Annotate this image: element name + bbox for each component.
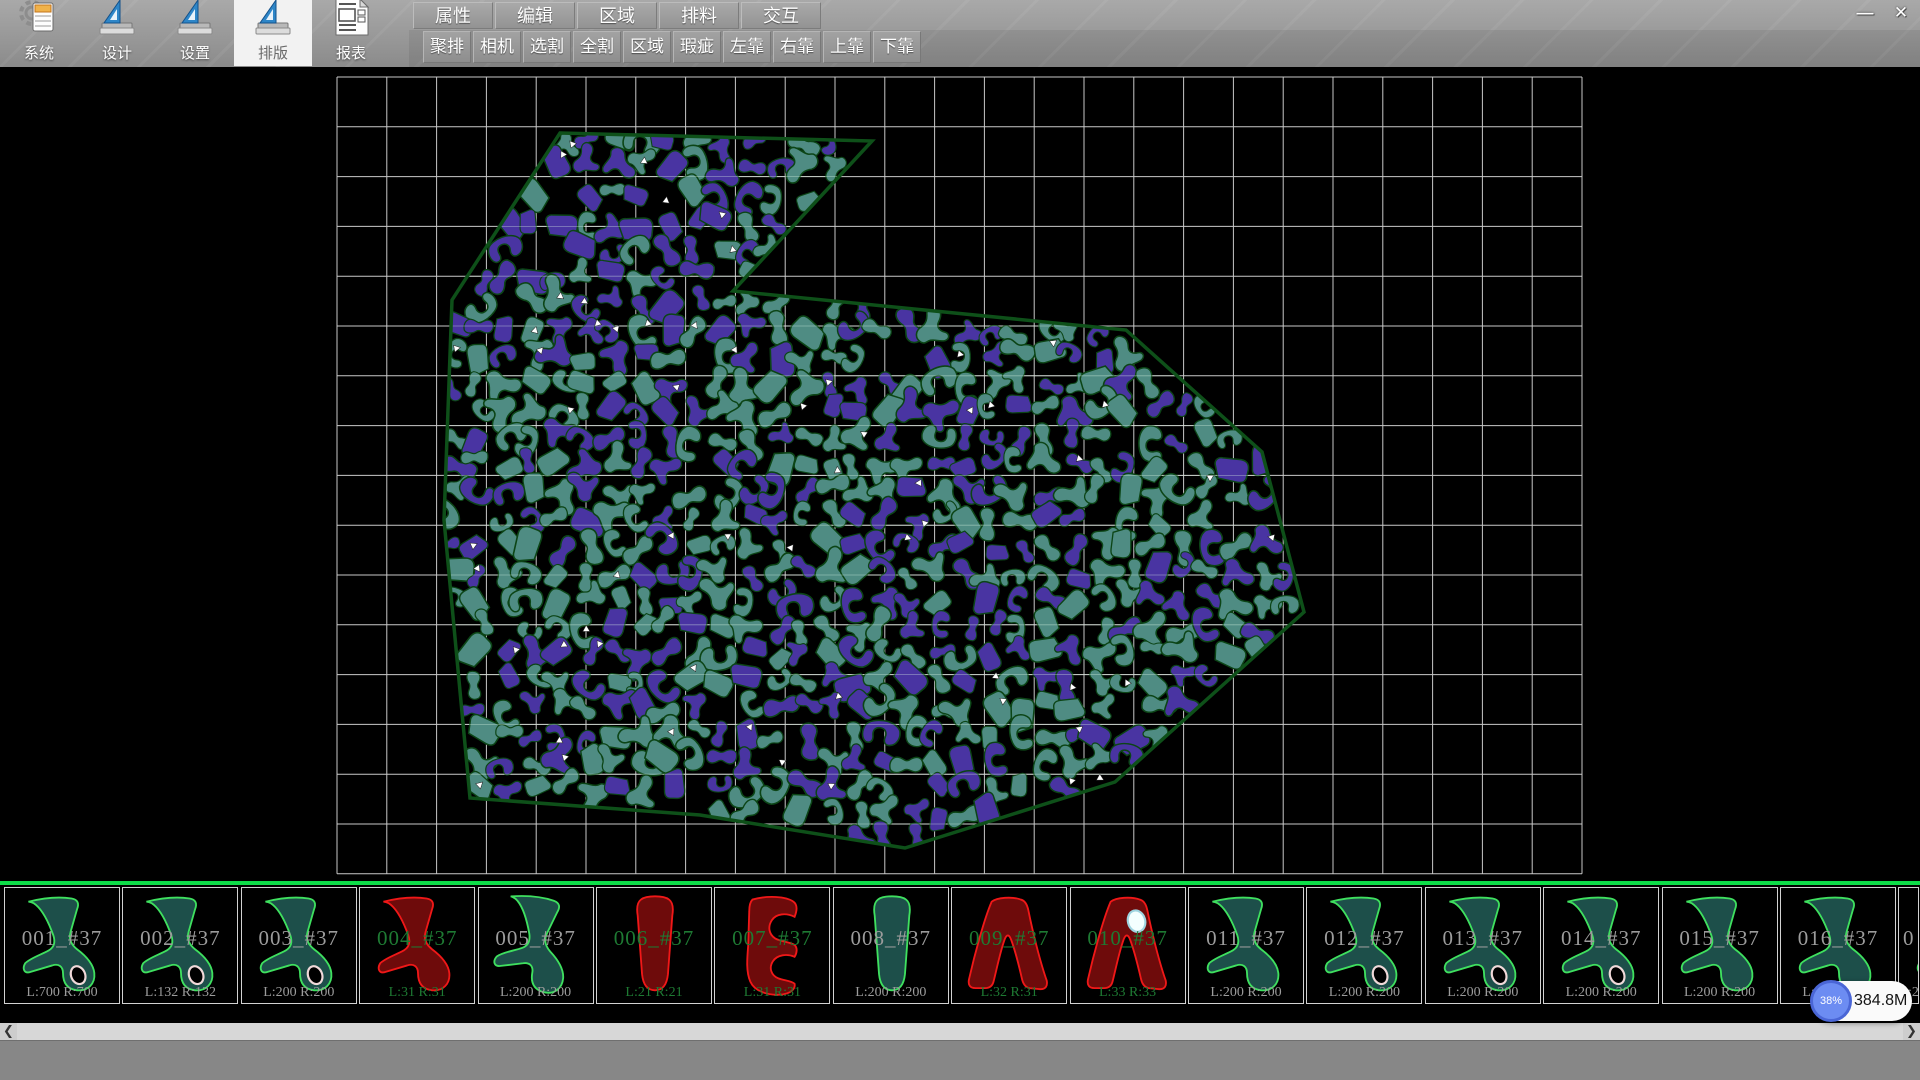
tool-button-聚排[interactable]: 聚排 — [423, 31, 471, 63]
system-icon — [18, 0, 60, 42]
status-bar — [0, 1040, 1920, 1080]
part-number: 010_#37 — [1071, 926, 1185, 951]
menu-tab-属性[interactable]: 属性 — [413, 2, 493, 29]
tool-button-上靠[interactable]: 上靠 — [823, 31, 871, 63]
layout-icon — [252, 0, 294, 42]
part-number: 006_#37 — [597, 926, 711, 951]
memory-widget[interactable]: 38% 384.8M — [1812, 981, 1912, 1021]
tool-button-bar: 聚排相机选割全割区域瑕疵左靠右靠上靠下靠 — [423, 31, 921, 63]
part-number: 016_#37 — [1781, 926, 1895, 951]
part-number: 003_#37 — [242, 926, 356, 951]
main-button-label: 系统 — [24, 42, 54, 63]
part-number: 008_#37 — [834, 926, 948, 951]
part-number: 004_#37 — [360, 926, 474, 951]
part-lr-count: L:31 R:31 — [715, 985, 829, 1001]
part-thumbnail-003_#37[interactable]: 003_#37 L:200 R:200 — [241, 887, 357, 1004]
part-number: 005_#37 — [479, 926, 593, 951]
part-thumbnail-007_#37[interactable]: 007_#37 L:31 R:31 — [714, 887, 830, 1004]
tool-button-左靠[interactable]: 左靠 — [723, 31, 771, 63]
part-lr-count: L:200 R:200 — [479, 985, 593, 1001]
part-lr-count: L:200 R:200 — [1307, 985, 1421, 1001]
part-thumbnail-002_#37[interactable]: 002_#37 L:132 R:132 — [122, 887, 238, 1004]
scroll-left-button[interactable]: ❮ — [0, 1023, 17, 1040]
tool-button-全割[interactable]: 全割 — [573, 31, 621, 63]
close-button[interactable]: ✕ — [1886, 2, 1916, 25]
part-thumbnail-010_#37[interactable]: 010_#37 L:33 R:33 — [1070, 887, 1186, 1004]
part-number: 007_#37 — [715, 926, 829, 951]
part-number: 015_#37 — [1663, 926, 1777, 951]
main-button-label: 排版 — [258, 42, 288, 63]
main-button-系统[interactable]: 系统 — [0, 0, 78, 66]
part-thumbnail-009_#37[interactable]: 009_#37 L:32 R:31 — [951, 887, 1067, 1004]
minimize-button[interactable]: — — [1850, 2, 1880, 25]
part-thumbnail-012_#37[interactable]: 012_#37 L:200 R:200 — [1306, 887, 1422, 1004]
part-thumbnail-014_#37[interactable]: 014_#37 L:200 R:200 — [1543, 887, 1659, 1004]
progress-circle: 38% — [1810, 980, 1852, 1022]
part-lr-count: L:200 R:200 — [1544, 985, 1658, 1001]
menu-tab-排料[interactable]: 排料 — [659, 2, 739, 29]
main-button-label: 设置 — [180, 42, 210, 63]
main-button-设计[interactable]: 设计 — [78, 0, 156, 66]
part-number: 001_#37 — [5, 926, 119, 951]
part-lr-count: L:200 R:200 — [1663, 985, 1777, 1001]
tool-button-下靠[interactable]: 下靠 — [873, 31, 921, 63]
tool-button-区域[interactable]: 区域 — [623, 31, 671, 63]
part-number: 013_#37 — [1426, 926, 1540, 951]
part-thumbnail-004_#37[interactable]: 004_#37 L:31 R:31 — [359, 887, 475, 1004]
tool-button-相机[interactable]: 相机 — [473, 31, 521, 63]
horizontal-scrollbar[interactable]: ❮ ❯ — [0, 1023, 1920, 1040]
part-lr-count: L:200 R:200 — [242, 985, 356, 1001]
part-lr-count: L:200 R:200 — [1426, 985, 1540, 1001]
parts-strip: 001_#37L:700 R:700002_#37L:132 R:132003_… — [0, 881, 1920, 1023]
part-number: 002_#37 — [123, 926, 237, 951]
part-lr-count: L:200 R:200 — [834, 985, 948, 1001]
design-icon — [96, 0, 138, 42]
menu-tab-交互[interactable]: 交互 — [741, 2, 821, 29]
part-lr-count: L:33 R:33 — [1071, 985, 1185, 1001]
part-thumbnail-001_#37[interactable]: 001_#37 L:700 R:700 — [4, 887, 120, 1004]
canvas-svg — [0, 67, 1920, 881]
scroll-right-button[interactable]: ❯ — [1903, 1023, 1920, 1040]
main-button-报表[interactable]: 报表 — [312, 0, 390, 66]
main-button-label: 设计 — [102, 42, 132, 63]
menu-tab-bar: 属性编辑区域排料交互 — [413, 2, 821, 29]
part-number: 0 — [1899, 926, 1918, 951]
part-thumbnail-015_#37[interactable]: 015_#37 L:200 R:200 — [1662, 887, 1778, 1004]
part-thumbnail-008_#37[interactable]: 008_#37 L:200 R:200 — [833, 887, 949, 1004]
part-lr-count: L:200 R:200 — [1189, 985, 1303, 1001]
part-lr-count: L:32 R:31 — [952, 985, 1066, 1001]
main-button-排版[interactable]: 排版 — [234, 0, 312, 66]
menu-tab-区域[interactable]: 区域 — [577, 2, 657, 29]
part-thumbnail-005_#37[interactable]: 005_#37 L:200 R:200 — [478, 887, 594, 1004]
main-button-设置[interactable]: 设置 — [156, 0, 234, 66]
part-thumbnail-006_#37[interactable]: 006_#37 L:21 R:21 — [596, 887, 712, 1004]
part-lr-count: L:700 R:700 — [5, 985, 119, 1001]
menu-tab-编辑[interactable]: 编辑 — [495, 2, 575, 29]
main-button-label: 报表 — [336, 42, 366, 63]
settings-icon — [174, 0, 216, 42]
tool-button-瑕疵[interactable]: 瑕疵 — [673, 31, 721, 63]
report-icon — [330, 0, 372, 42]
window-controls: — ✕ — [1850, 2, 1916, 25]
part-number: 011_#37 — [1189, 926, 1303, 951]
part-number: 009_#37 — [952, 926, 1066, 951]
memory-value: 384.8M — [1854, 981, 1907, 1021]
part-lr-count: L:21 R:21 — [597, 985, 711, 1001]
toolbar: 系统设计设置排版报表 属性编辑区域排料交互 聚排相机选割全割区域瑕疵左靠右靠上靠… — [0, 0, 1920, 68]
tool-button-右靠[interactable]: 右靠 — [773, 31, 821, 63]
part-thumbnail-013_#37[interactable]: 013_#37 L:200 R:200 — [1425, 887, 1541, 1004]
nesting-canvas[interactable] — [0, 67, 1920, 881]
part-lr-count: L:132 R:132 — [123, 985, 237, 1001]
part-thumbnail-011_#37[interactable]: 011_#37 L:200 R:200 — [1188, 887, 1304, 1004]
part-number: 012_#37 — [1307, 926, 1421, 951]
part-lr-count: L:31 R:31 — [360, 985, 474, 1001]
part-number: 014_#37 — [1544, 926, 1658, 951]
tool-button-选割[interactable]: 选割 — [523, 31, 571, 63]
